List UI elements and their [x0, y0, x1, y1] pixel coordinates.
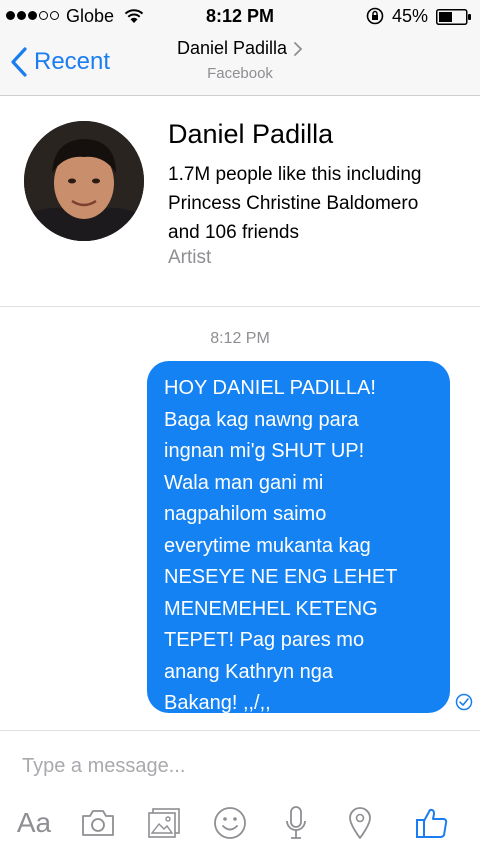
- profile-likes-line: and 106 friends: [168, 222, 299, 243]
- battery-icon: [436, 9, 471, 25]
- message-line: anang Kathryn nga: [164, 660, 334, 683]
- sticker-button[interactable]: [208, 803, 252, 843]
- chevron-right-icon: [294, 41, 303, 56]
- status-bar: Globe 8:12 PM 45%: [0, 0, 480, 34]
- camera-icon: [82, 810, 114, 836]
- camera-button[interactable]: [76, 803, 120, 843]
- message-line: Wala man gani mi: [164, 471, 324, 494]
- delivered-check-icon: [455, 693, 473, 711]
- conversation-title: Daniel Padilla: [176, 38, 288, 58]
- message-input[interactable]: [22, 749, 452, 783]
- message-line: Bakang! ,,/,,: [164, 692, 271, 714]
- sent-message-bubble[interactable]: HOY DANIEL PADILLA! Baga kag nawng para …: [147, 361, 450, 714]
- message-line: ingnan mi'g SHUT UP!: [164, 440, 365, 462]
- chevron-left-icon: [11, 47, 27, 77]
- text-format-button[interactable]: Aa: [12, 803, 56, 843]
- message-line: NESEYE NE ENG LEHET: [164, 566, 398, 588]
- avatar[interactable]: [24, 121, 144, 241]
- message-timestamp: 8:12 PM: [210, 330, 270, 347]
- profile-category: Artist: [168, 247, 212, 268]
- back-button[interactable]: Recent: [10, 46, 110, 78]
- message-line: HOY DANIEL PADILLA!: [164, 377, 376, 399]
- smiley-icon: [214, 807, 246, 839]
- location-pin-icon: [349, 807, 371, 839]
- navigation-bar: Recent Daniel Padilla Facebook: [0, 34, 480, 96]
- photo-library-button[interactable]: [142, 803, 186, 843]
- profile-name: Daniel Padilla: [168, 119, 334, 149]
- text-format-label: Aa: [16, 807, 52, 838]
- profile-likes-line: Princess Christine Baldomero: [168, 193, 419, 214]
- like-button[interactable]: [410, 803, 454, 843]
- rotation-lock-icon: [366, 7, 384, 25]
- message-line: Baga kag nawng para: [164, 408, 359, 431]
- message-line: MENEMEHEL KETENG: [164, 597, 378, 620]
- profile-card: Daniel Padilla 1.7M people like this inc…: [0, 97, 480, 307]
- profile-likes-text: 1.7M people like this including Princess…: [168, 160, 468, 247]
- message-composer: Aa: [0, 730, 480, 853]
- avatar-photo: [24, 121, 144, 241]
- battery-percentage: 45%: [392, 6, 429, 26]
- voice-message-button[interactable]: [274, 803, 318, 843]
- back-label: Recent: [34, 48, 111, 75]
- message-line: everytime mukanta kag: [164, 534, 371, 557]
- microphone-icon: [286, 806, 306, 839]
- location-button[interactable]: [338, 803, 382, 843]
- message-line: TEPET! Pag pares mo: [164, 629, 365, 651]
- thumbs-up-icon: [416, 808, 448, 838]
- profile-likes-line: 1.7M people like this including: [168, 164, 422, 185]
- photo-gallery-icon: [148, 808, 180, 838]
- conversation-subtitle: Facebook: [207, 65, 273, 82]
- conversation-header[interactable]: Daniel Padilla Facebook: [130, 38, 350, 82]
- message-line: nagpahilom saimo: [164, 503, 327, 525]
